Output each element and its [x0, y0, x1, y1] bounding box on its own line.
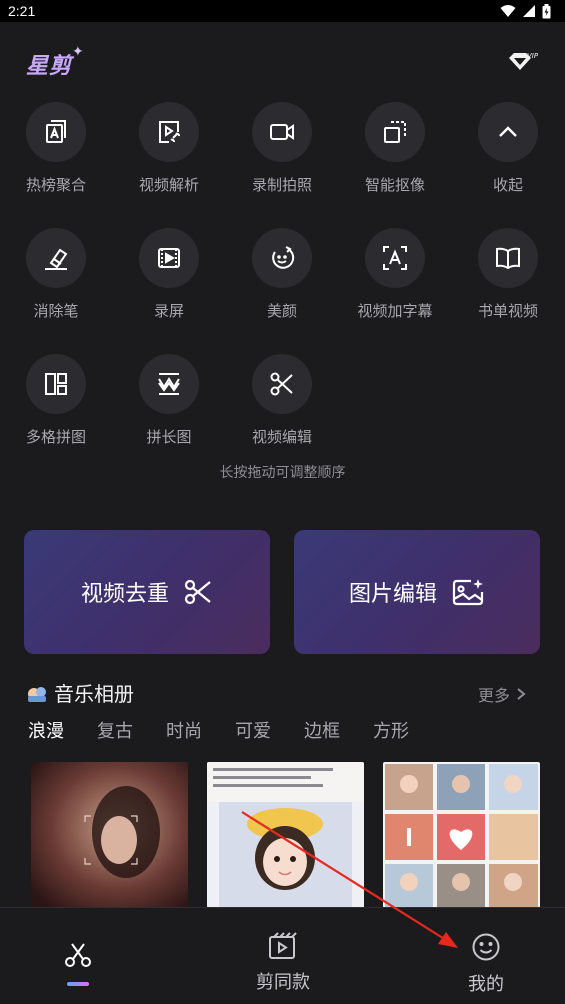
- section-title: 音乐相册: [54, 682, 134, 706]
- tool-grid-collage[interactable]: 多格拼图: [1, 354, 111, 447]
- tool-video-parse[interactable]: 视频解析: [114, 102, 224, 195]
- tool-label: 热榜聚合: [25, 176, 86, 194]
- bottom-nav: 剪同款 我的: [0, 907, 565, 1004]
- wifi-icon: [500, 5, 516, 17]
- drag-hint: 长按拖动可调整顺序: [219, 465, 346, 481]
- vip-button[interactable]: VIP: [505, 50, 539, 74]
- subtitle-icon: [383, 246, 407, 270]
- tool-record-photo[interactable]: 录制拍照: [227, 102, 337, 195]
- card-label: 视频去重: [80, 582, 169, 607]
- tool-label: 录屏: [153, 302, 184, 320]
- eraser-icon: [45, 248, 68, 270]
- sparkle-icon: ✦: [72, 44, 84, 60]
- nav-edit[interactable]: [18, 908, 138, 1004]
- image-edit-card[interactable]: 图片编辑: [294, 530, 540, 654]
- tool-collapse[interactable]: 收起: [453, 102, 563, 195]
- album-template-thumbnail[interactable]: [383, 762, 540, 908]
- tool-label: 消除笔: [33, 302, 79, 320]
- album-template-thumbnail[interactable]: [207, 762, 364, 908]
- tool-screen-record[interactable]: 录屏: [114, 228, 224, 321]
- video-template-icon: [269, 932, 297, 959]
- tool-label: 拼长图: [146, 428, 192, 446]
- tool-trending[interactable]: 热榜聚合: [1, 102, 111, 195]
- portrait-image: [31, 762, 188, 908]
- status-icons: [500, 3, 551, 19]
- tool-label: 美颜: [266, 302, 297, 320]
- tool-subtitle[interactable]: 视频加字幕: [340, 228, 450, 321]
- tab-retro[interactable]: 复古: [97, 717, 166, 743]
- girl-portrait-image: [207, 762, 364, 908]
- music-album-icon: [28, 686, 46, 702]
- tool-beauty[interactable]: 美颜: [227, 228, 337, 321]
- scissors-icon: [65, 943, 91, 967]
- book-icon: [496, 247, 520, 270]
- image-edit-icon: [452, 579, 484, 606]
- status-bar: 2:21: [0, 0, 565, 22]
- collage-image: [383, 762, 540, 908]
- signal-icon: [523, 5, 535, 17]
- nav-label: 我的: [468, 974, 504, 995]
- tool-label: 视频解析: [138, 176, 199, 194]
- more-link[interactable]: 更多: [478, 682, 526, 706]
- diamond-icon: VIP: [509, 52, 539, 70]
- tab-fashion[interactable]: 时尚: [166, 717, 235, 743]
- grid-collage-icon: [45, 373, 67, 395]
- tool-video-edit[interactable]: 视频编辑: [227, 354, 337, 447]
- status-time: 2:21: [8, 3, 36, 19]
- tab-cute[interactable]: 可爱: [235, 717, 304, 743]
- tool-label: 书单视频: [477, 302, 538, 320]
- video-dedupe-card[interactable]: 视频去重: [24, 530, 270, 654]
- nav-same-template[interactable]: 剪同款: [223, 908, 343, 1004]
- trending-icon: [46, 120, 66, 143]
- card-label: 图片编辑: [348, 582, 437, 607]
- smiley-face-icon: [472, 933, 500, 961]
- tool-smart-cutout[interactable]: 智能抠像: [340, 102, 450, 195]
- app-screen: 2:21 星剪 ✦ VIP 热榜聚合 视频解析 录制拍照 智能抠像 收起 消除笔…: [0, 0, 565, 1004]
- chevron-right-icon: [517, 688, 526, 700]
- vip-badge: VIP: [527, 52, 539, 60]
- tab-romantic[interactable]: 浪漫: [28, 717, 97, 743]
- video-link-icon: [159, 121, 180, 143]
- beauty-icon: [272, 246, 295, 269]
- camera-record-icon: [270, 124, 294, 140]
- tool-book-video[interactable]: 书单视频: [453, 228, 563, 321]
- tool-label: 录制拍照: [251, 176, 312, 194]
- active-indicator: [67, 982, 89, 986]
- album-tabs: 浪漫 复古 时尚 可爱 边框 方形: [28, 717, 442, 743]
- smart-cutout-icon: [384, 121, 406, 143]
- tab-frame[interactable]: 边框: [304, 717, 373, 743]
- tool-long-image[interactable]: 拼长图: [114, 354, 224, 447]
- header: 星剪 ✦ VIP: [0, 40, 565, 84]
- album-template-thumbnail[interactable]: [31, 762, 188, 908]
- nav-label: 剪同款: [256, 972, 310, 993]
- tool-label: 智能抠像: [364, 176, 425, 194]
- battery-icon: [542, 3, 551, 18]
- more-label: 更多: [478, 686, 511, 705]
- music-album-header: 音乐相册: [26, 678, 134, 707]
- tool-eraser[interactable]: 消除笔: [1, 228, 111, 321]
- screen-record-icon: [158, 248, 180, 268]
- tool-label: 多格拼图: [25, 428, 86, 446]
- nav-profile[interactable]: 我的: [426, 908, 546, 1004]
- tab-square[interactable]: 方形: [373, 717, 442, 743]
- tool-label: 视频加字幕: [357, 302, 433, 320]
- scissors-icon: [184, 579, 211, 605]
- scissors-icon: [270, 372, 293, 396]
- brand-logo: 星剪: [26, 54, 73, 79]
- chevron-up-icon: [499, 126, 517, 137]
- tool-label: 视频编辑: [251, 428, 312, 446]
- long-image-icon: [158, 373, 180, 395]
- tool-label: 收起: [492, 176, 523, 194]
